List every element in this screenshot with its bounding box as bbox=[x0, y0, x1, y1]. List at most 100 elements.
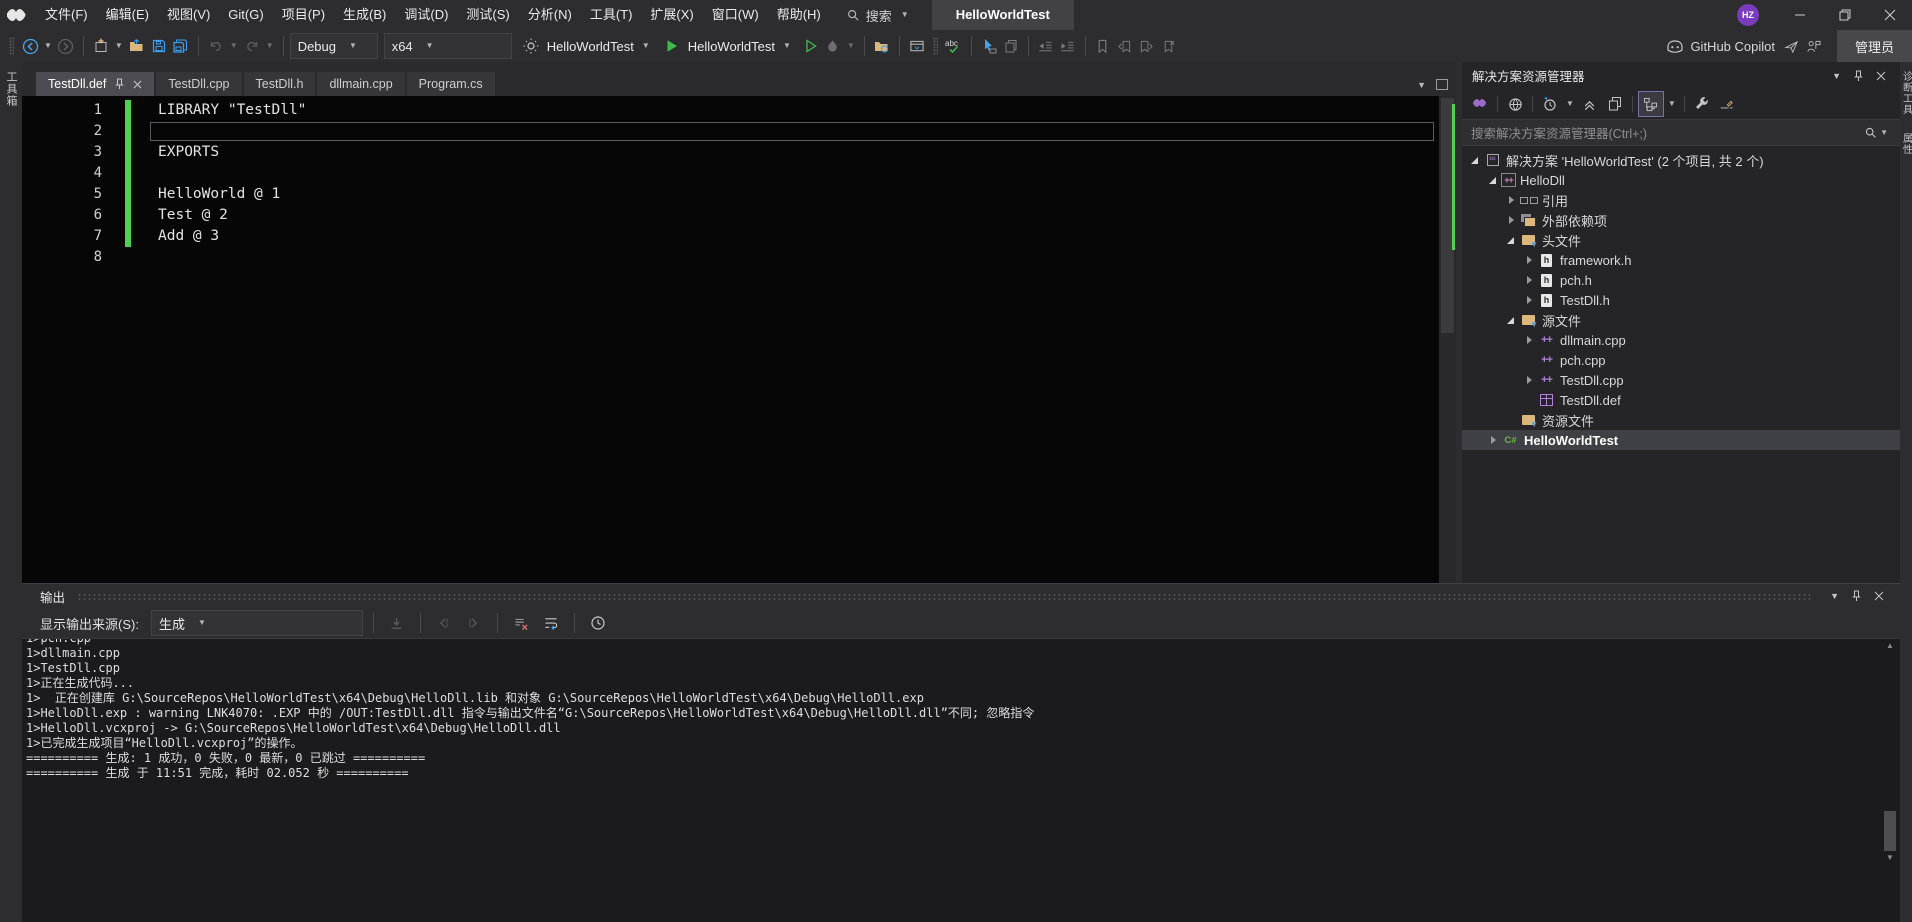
startup-project-caret[interactable]: ▼ bbox=[639, 33, 653, 59]
filter-dropdown-caret[interactable]: ▼ bbox=[1563, 91, 1577, 117]
new-project-button[interactable] bbox=[90, 33, 112, 59]
dock-tab[interactable]: 诊断工具 bbox=[1899, 62, 1912, 124]
menu-item[interactable]: 窗口(W) bbox=[703, 0, 768, 30]
expand-arrow-icon[interactable] bbox=[1522, 273, 1537, 288]
close-icon[interactable] bbox=[1868, 591, 1890, 601]
code-line[interactable]: 3EXPORTS bbox=[22, 142, 1456, 163]
startup-project-gear-icon[interactable] bbox=[520, 33, 542, 59]
feedback-person-icon[interactable] bbox=[1803, 33, 1825, 59]
collapse-all-icon[interactable] bbox=[1578, 92, 1602, 116]
output-drag-grip[interactable] bbox=[77, 593, 1812, 601]
start-without-debugging-button[interactable] bbox=[800, 33, 822, 59]
word-wrap-icon[interactable] bbox=[538, 611, 564, 635]
close-tab-icon[interactable] bbox=[133, 80, 142, 89]
copy-icon[interactable] bbox=[1000, 33, 1022, 59]
expand-arrow-icon[interactable] bbox=[1522, 373, 1537, 388]
pin-icon[interactable] bbox=[114, 78, 125, 90]
run-target-caret[interactable]: ▼ bbox=[780, 33, 794, 59]
code-line[interactable]: 2 bbox=[22, 121, 1456, 142]
run-tests-folder-icon[interactable] bbox=[871, 33, 893, 59]
jump-to-message-icon[interactable] bbox=[384, 611, 410, 635]
expand-arrow-icon[interactable] bbox=[1522, 253, 1537, 268]
close-button[interactable] bbox=[1867, 0, 1912, 30]
run-target-label[interactable]: HelloWorldTest bbox=[688, 39, 775, 54]
code-line[interactable]: 4 bbox=[22, 163, 1456, 184]
toolbar-grip[interactable] bbox=[9, 37, 14, 55]
expand-arrow-icon[interactable] bbox=[1486, 173, 1501, 188]
timestamp-icon[interactable] bbox=[585, 611, 611, 635]
code-line[interactable]: 6Test @ 2 bbox=[22, 205, 1456, 226]
show-all-files-icon[interactable] bbox=[1638, 91, 1664, 117]
startup-project-label[interactable]: HelloWorldTest bbox=[547, 39, 634, 54]
window-position-dropdown-icon[interactable]: ▼ bbox=[1824, 591, 1845, 601]
tree-item[interactable]: dllmain.cpp bbox=[1462, 330, 1900, 350]
expand-arrow-icon[interactable] bbox=[1468, 153, 1483, 168]
tree-item[interactable]: 资源文件 bbox=[1462, 410, 1900, 430]
code-editor[interactable]: 1LIBRARY "TestDll"23EXPORTS45HelloWorld … bbox=[22, 96, 1456, 583]
tree-item[interactable]: 外部依赖项 bbox=[1462, 210, 1900, 230]
save-all-button[interactable] bbox=[170, 33, 192, 59]
clear-all-icon[interactable] bbox=[508, 611, 534, 635]
tree-item[interactable]: TestDll.h bbox=[1462, 290, 1900, 310]
editor-tab[interactable]: Program.cs bbox=[407, 72, 495, 96]
save-button[interactable] bbox=[148, 33, 170, 59]
minimize-button[interactable] bbox=[1777, 0, 1822, 30]
menu-item[interactable]: 测试(S) bbox=[457, 0, 518, 30]
solution-explorer-search-box[interactable]: 搜索解决方案资源管理器(Ctrl+;) ▼ bbox=[1462, 119, 1900, 146]
expand-arrow-icon[interactable] bbox=[1504, 213, 1519, 228]
window-position-dropdown-icon[interactable]: ▼ bbox=[1826, 71, 1847, 81]
hot-reload-button[interactable] bbox=[822, 33, 844, 59]
tree-item[interactable]: pch.cpp bbox=[1462, 350, 1900, 370]
sync-with-active-document-icon[interactable] bbox=[1603, 92, 1627, 116]
toolbar-grip[interactable] bbox=[933, 37, 938, 55]
tree-item[interactable]: TestDll.def bbox=[1462, 390, 1900, 410]
float-window-icon[interactable] bbox=[1436, 79, 1448, 90]
pin-icon[interactable] bbox=[1847, 70, 1870, 82]
preview-window-icon[interactable] bbox=[906, 33, 928, 59]
editor-vertical-scrollbar[interactable] bbox=[1439, 96, 1456, 583]
close-icon[interactable] bbox=[1870, 71, 1892, 81]
undo-dropdown-caret[interactable]: ▼ bbox=[227, 33, 241, 59]
expand-arrow-icon[interactable] bbox=[1504, 193, 1519, 208]
editor-tab[interactable]: dllmain.cpp bbox=[317, 72, 404, 96]
properties-wrench-icon[interactable] bbox=[1690, 92, 1714, 116]
menu-item[interactable]: 扩展(X) bbox=[641, 0, 702, 30]
scroll-down-arrow[interactable]: ▼ bbox=[1886, 853, 1894, 863]
menu-item[interactable]: 工具(T) bbox=[581, 0, 642, 30]
editor-tab[interactable]: TestDll.h bbox=[244, 72, 316, 96]
editor-tab[interactable]: TestDll.cpp bbox=[156, 72, 241, 96]
active-files-dropdown-icon[interactable]: ▼ bbox=[1417, 80, 1426, 90]
output-log[interactable]: 1>pch.cpp1>dllmain.cpp1>TestDll.cpp1>正在生… bbox=[22, 639, 1878, 922]
tree-item[interactable]: TestDll.cpp bbox=[1462, 370, 1900, 390]
code-line[interactable]: 7Add @ 3 bbox=[22, 226, 1456, 247]
switch-views-icon[interactable] bbox=[1468, 92, 1492, 116]
undo-button[interactable] bbox=[205, 33, 227, 59]
menu-item[interactable]: 编辑(E) bbox=[97, 0, 158, 30]
solution-configuration-dropdown[interactable]: Debug ▼ bbox=[290, 33, 378, 59]
editor-tab[interactable]: TestDll.def bbox=[36, 72, 154, 96]
previous-message-icon[interactable] bbox=[431, 611, 457, 635]
tree-item[interactable]: 引用 bbox=[1462, 190, 1900, 210]
intellisense-pointer-icon[interactable] bbox=[978, 33, 1000, 59]
tree-item[interactable]: 解决方案 'HelloWorldTest' (2 个项目, 共 2 个) bbox=[1462, 150, 1900, 170]
preview-selected-items-icon[interactable] bbox=[1715, 92, 1739, 116]
navigate-back-dropdown-caret[interactable]: ▼ bbox=[41, 33, 55, 59]
user-avatar[interactable]: HZ bbox=[1737, 4, 1759, 26]
expand-arrow-icon[interactable] bbox=[1486, 433, 1501, 448]
code-line[interactable]: 1LIBRARY "TestDll" bbox=[22, 100, 1456, 121]
decrease-indent-icon[interactable] bbox=[1035, 33, 1057, 59]
code-line[interactable]: 8 bbox=[22, 247, 1456, 268]
new-project-dropdown-caret[interactable]: ▼ bbox=[112, 33, 126, 59]
menu-item[interactable]: 调试(D) bbox=[395, 0, 457, 30]
increase-indent-icon[interactable] bbox=[1057, 33, 1079, 59]
menu-item[interactable]: 生成(B) bbox=[334, 0, 395, 30]
send-feedback-icon[interactable] bbox=[1781, 33, 1803, 59]
titlebar-search[interactable]: 搜索 ▼ bbox=[846, 2, 912, 28]
menu-item[interactable]: 文件(F) bbox=[36, 0, 97, 30]
all-files-icon[interactable] bbox=[1503, 92, 1527, 116]
menu-item[interactable]: Git(G) bbox=[219, 0, 272, 30]
expand-arrow-icon[interactable] bbox=[1522, 333, 1537, 348]
solution-platform-dropdown[interactable]: x64 ▼ bbox=[384, 33, 512, 59]
code-line[interactable]: 5HelloWorld @ 1 bbox=[22, 184, 1456, 205]
menu-item[interactable]: 分析(N) bbox=[519, 0, 581, 30]
